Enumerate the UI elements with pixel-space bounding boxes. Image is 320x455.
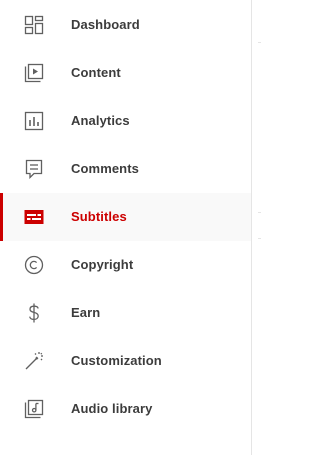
active-indicator	[0, 97, 3, 145]
content-icon	[24, 63, 44, 83]
customization-icon	[24, 351, 44, 371]
sidebar-item-label: Comments	[71, 161, 139, 176]
sidebar-item-label: Analytics	[71, 113, 130, 128]
sidebar-item-comments[interactable]: Comments	[0, 145, 251, 193]
sidebar-item-customization[interactable]: Customization	[0, 337, 251, 385]
sidebar-item-label: Subtitles	[71, 209, 127, 224]
main-content-edge	[252, 0, 261, 455]
sidebar-item-dashboard[interactable]: Dashboard	[0, 1, 251, 49]
sidebar-item-copyright[interactable]: Copyright	[0, 241, 251, 289]
copyright-icon	[24, 255, 44, 275]
active-indicator	[0, 337, 3, 385]
divider	[258, 238, 261, 239]
subtitles-icon	[24, 207, 44, 227]
sidebar-item-label: Copyright	[71, 257, 134, 272]
sidebar-item-label: Earn	[71, 305, 101, 320]
sidebar-item-label: Dashboard	[71, 17, 140, 32]
sidebar-item-earn[interactable]: Earn	[0, 289, 251, 337]
comments-icon	[24, 159, 44, 179]
sidebar-nav: Dashboard Content Analytics Comments Sub…	[0, 1, 251, 433]
divider	[258, 42, 261, 43]
active-indicator	[0, 241, 3, 289]
sidebar: Dashboard Content Analytics Comments Sub…	[0, 0, 252, 455]
active-indicator	[0, 1, 3, 49]
active-indicator	[0, 49, 3, 97]
sidebar-item-label: Audio library	[71, 401, 153, 416]
earn-icon	[24, 303, 44, 323]
active-indicator	[0, 385, 3, 433]
sidebar-item-content[interactable]: Content	[0, 49, 251, 97]
sidebar-item-audio-library[interactable]: Audio library	[0, 385, 251, 433]
active-indicator	[0, 145, 3, 193]
sidebar-item-label: Content	[71, 65, 121, 80]
active-indicator	[0, 193, 3, 241]
active-indicator	[0, 289, 3, 337]
audio-library-icon	[24, 399, 44, 419]
analytics-icon	[24, 111, 44, 131]
sidebar-item-label: Customization	[71, 353, 162, 368]
divider	[258, 212, 261, 213]
sidebar-item-subtitles[interactable]: Subtitles	[0, 193, 251, 241]
sidebar-item-analytics[interactable]: Analytics	[0, 97, 251, 145]
dashboard-icon	[24, 15, 44, 35]
